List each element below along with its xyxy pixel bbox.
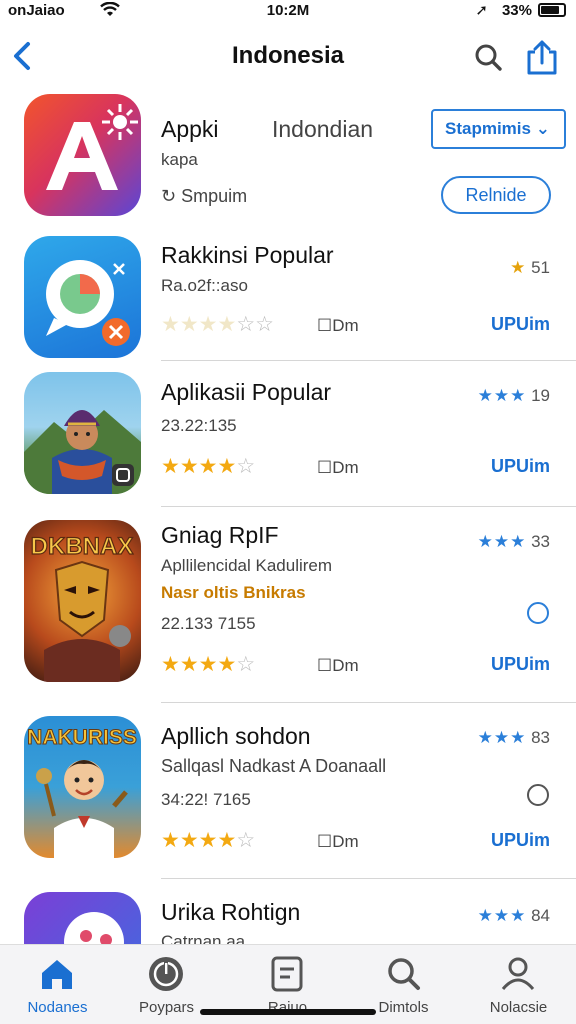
app-size: ☐Dm bbox=[317, 316, 359, 336]
boy-character-icon: NAKURISS bbox=[27, 726, 137, 858]
app-icon-rakkinsi[interactable] bbox=[24, 236, 141, 358]
size-box-icon: ☐ bbox=[317, 832, 333, 851]
category-dropdown[interactable]: Stapmimis ⌄ bbox=[431, 109, 566, 149]
app-icon-label: NAKURISS bbox=[27, 726, 137, 749]
app-date: 22.133 7155 bbox=[161, 614, 256, 633]
refresh-icon: ↻ bbox=[161, 186, 177, 206]
star-rating: ★★★★☆☆ bbox=[161, 313, 274, 336]
size-box-icon: ☐ bbox=[317, 656, 333, 675]
rating-value: 51 bbox=[531, 258, 550, 277]
app-icon-aplikasii[interactable] bbox=[24, 372, 141, 494]
app-name: Urika Rohtign bbox=[161, 899, 301, 925]
warrior-character-icon bbox=[24, 410, 141, 494]
app-logo-icon bbox=[64, 912, 124, 972]
tab-label: Nodanes bbox=[27, 999, 88, 1016]
app-extra-text: Smpuim bbox=[181, 186, 248, 206]
app-icon-appki[interactable] bbox=[24, 94, 141, 216]
tab-label: Nolacsie bbox=[489, 999, 548, 1016]
app-icon-label: DKBNAX bbox=[31, 533, 134, 560]
search-icon bbox=[388, 958, 420, 990]
star-rating: ★★★★☆ bbox=[161, 829, 256, 852]
size-box-icon: ☐ bbox=[317, 316, 333, 335]
get-button[interactable]: UPUim bbox=[491, 456, 550, 477]
home-indicator bbox=[200, 1009, 376, 1015]
row-divider bbox=[161, 702, 576, 703]
app-name-extra: Indondian bbox=[272, 116, 374, 142]
rating-count: ★ 51 bbox=[510, 258, 550, 278]
chat-bubble-logo-icon bbox=[46, 260, 130, 346]
tab-nodanes[interactable]: Nodanes bbox=[0, 945, 115, 1024]
star-rating: ★★★★☆ bbox=[161, 653, 256, 676]
stars-icon: ★★★ bbox=[477, 532, 527, 551]
app-subtitle: Sallqasl Nadkast A Doanaall bbox=[161, 756, 387, 776]
rating-value: 33 bbox=[531, 532, 550, 551]
rating-count: ★★★ 33 bbox=[478, 532, 550, 552]
stars-icon: ★★★ bbox=[477, 728, 527, 747]
tab-nolacsie[interactable]: Nolacsie bbox=[461, 945, 576, 1024]
clock-icon bbox=[527, 784, 549, 806]
app-name: Gniag RpIF bbox=[161, 522, 279, 548]
dropdown-label: Stapmimis bbox=[445, 119, 531, 138]
get-button[interactable]: UPUim bbox=[491, 830, 550, 851]
size-text: Dm bbox=[332, 832, 359, 851]
app-subtitle: 23.22:135 bbox=[161, 416, 237, 435]
rating-count: ★★★ 83 bbox=[478, 728, 550, 748]
app-subtitle: Ra.o2f::aso bbox=[161, 276, 248, 295]
rating-value: 83 bbox=[531, 728, 550, 747]
app-name: Aplikasii Popular bbox=[161, 379, 332, 405]
size-text: Dm bbox=[332, 656, 359, 675]
app-icon-gniag[interactable]: DKBNAX bbox=[24, 520, 141, 682]
get-button[interactable]: UPUim bbox=[491, 314, 550, 335]
navigation-bar: Indonesia bbox=[0, 30, 576, 86]
app-name: Apllich sohdon bbox=[161, 723, 311, 749]
clock-time: 10:2M bbox=[266, 2, 310, 19]
power-icon bbox=[149, 957, 183, 991]
app-size: ☐Dm bbox=[317, 458, 359, 478]
home-icon bbox=[42, 960, 72, 989]
stars-icon: ★★★ bbox=[477, 906, 527, 925]
stars-icon: ★★★ bbox=[477, 386, 527, 405]
row-divider bbox=[161, 360, 576, 361]
row-divider bbox=[161, 878, 576, 879]
mask-character-icon: DKBNAX bbox=[30, 532, 134, 682]
rating-value: 84 bbox=[531, 906, 550, 925]
search-icon[interactable] bbox=[472, 42, 504, 74]
size-text: Dm bbox=[332, 316, 359, 335]
row-divider bbox=[161, 506, 576, 507]
location-icon: ➚ bbox=[475, 2, 488, 19]
size-box-icon: ☐ bbox=[317, 458, 333, 477]
star-icon: ★ bbox=[510, 258, 527, 277]
app-size: ☐Dm bbox=[317, 832, 359, 852]
app-size: ☐Dm bbox=[317, 656, 359, 676]
battery-icon bbox=[538, 3, 566, 17]
person-icon bbox=[501, 957, 535, 990]
app-icon-apllich[interactable]: NAKURISS bbox=[24, 716, 141, 858]
letter-a-logo-icon bbox=[46, 104, 138, 190]
app-tagline: Nasr oltis Bnikras bbox=[161, 583, 306, 602]
app-name: Appki bbox=[161, 116, 219, 142]
share-icon[interactable] bbox=[524, 38, 560, 76]
rating-count: ★★★ 84 bbox=[478, 906, 550, 926]
rating-value: 19 bbox=[531, 386, 550, 405]
clock-icon bbox=[527, 602, 549, 624]
document-icon bbox=[271, 956, 303, 992]
star-rating: ★★★★☆ bbox=[161, 455, 256, 478]
app-date: 34:22! 7165 bbox=[161, 790, 251, 809]
get-button[interactable]: UPUim bbox=[491, 654, 550, 675]
rating-count: ★★★ 19 bbox=[478, 386, 550, 406]
get-button[interactable]: Relnide bbox=[441, 176, 551, 214]
app-subtitle: kapa bbox=[161, 150, 198, 169]
app-extra-label: ↻ Smpuim bbox=[161, 186, 247, 207]
size-text: Dm bbox=[332, 458, 359, 477]
battery-percent: 33% bbox=[501, 2, 532, 19]
chevron-down-icon: ⌄ bbox=[530, 119, 550, 138]
app-subtitle: Apllilencidal Kadulirem bbox=[161, 556, 333, 575]
status-bar: onJaiao 10:2M ➚ 33% bbox=[0, 0, 576, 22]
app-name: Rakkinsi Popular bbox=[161, 242, 334, 268]
